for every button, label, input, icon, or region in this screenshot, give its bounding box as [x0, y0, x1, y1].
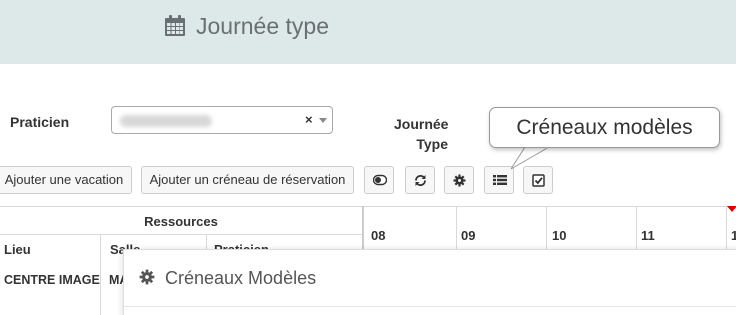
hour-header: 1	[731, 228, 736, 243]
blurred-selected-value	[120, 115, 212, 127]
hour-header: 11	[641, 228, 655, 243]
toggle-button[interactable]	[364, 166, 394, 194]
hour-header: 08	[371, 228, 386, 243]
table-cell-lieu: CENTRE IMAGE	[4, 273, 100, 287]
resources-header: Ressources	[144, 214, 218, 229]
clear-selection-icon[interactable]: ×	[305, 112, 313, 127]
praticien-select[interactable]: ×	[111, 106, 333, 134]
add-vacation-button[interactable]: Ajouter une vacation	[0, 166, 132, 194]
slot-templates-modal: Créneaux Modèles	[123, 249, 736, 315]
gear-icon	[453, 174, 466, 187]
hour-header: 09	[461, 228, 476, 243]
refresh-button[interactable]	[405, 166, 435, 194]
chevron-down-icon[interactable]	[319, 118, 327, 123]
modal-header: Créneaux Modèles	[124, 250, 736, 307]
gear-icon	[139, 269, 155, 285]
page-title: Journée type	[196, 13, 329, 39]
column-header-lieu[interactable]: Lieu	[4, 242, 31, 257]
hour-header: 10	[552, 228, 567, 243]
page-header: Journée type	[0, 0, 736, 64]
journee-type-label: Journée Type	[394, 114, 448, 154]
current-time-marker	[727, 206, 736, 212]
calendar-icon	[165, 15, 185, 36]
page: Journée type Praticien × Journée Type Aj…	[0, 0, 736, 315]
refresh-icon	[415, 174, 426, 187]
modal-title: Créneaux Modèles	[165, 268, 317, 288]
toggle-icon	[373, 174, 387, 186]
add-reservation-slot-button[interactable]: Ajouter un créneau de réservation	[141, 166, 354, 194]
list-icon	[493, 175, 507, 185]
journee-type-label-line2: Type	[416, 136, 448, 152]
settings-button[interactable]	[444, 166, 474, 194]
checkbox-icon	[532, 174, 545, 187]
journee-type-label-line1: Journée	[394, 116, 449, 132]
praticien-label: Praticien	[10, 114, 70, 130]
tooltip: Créneaux modèles	[489, 107, 720, 148]
tooltip-pointer	[510, 145, 551, 170]
